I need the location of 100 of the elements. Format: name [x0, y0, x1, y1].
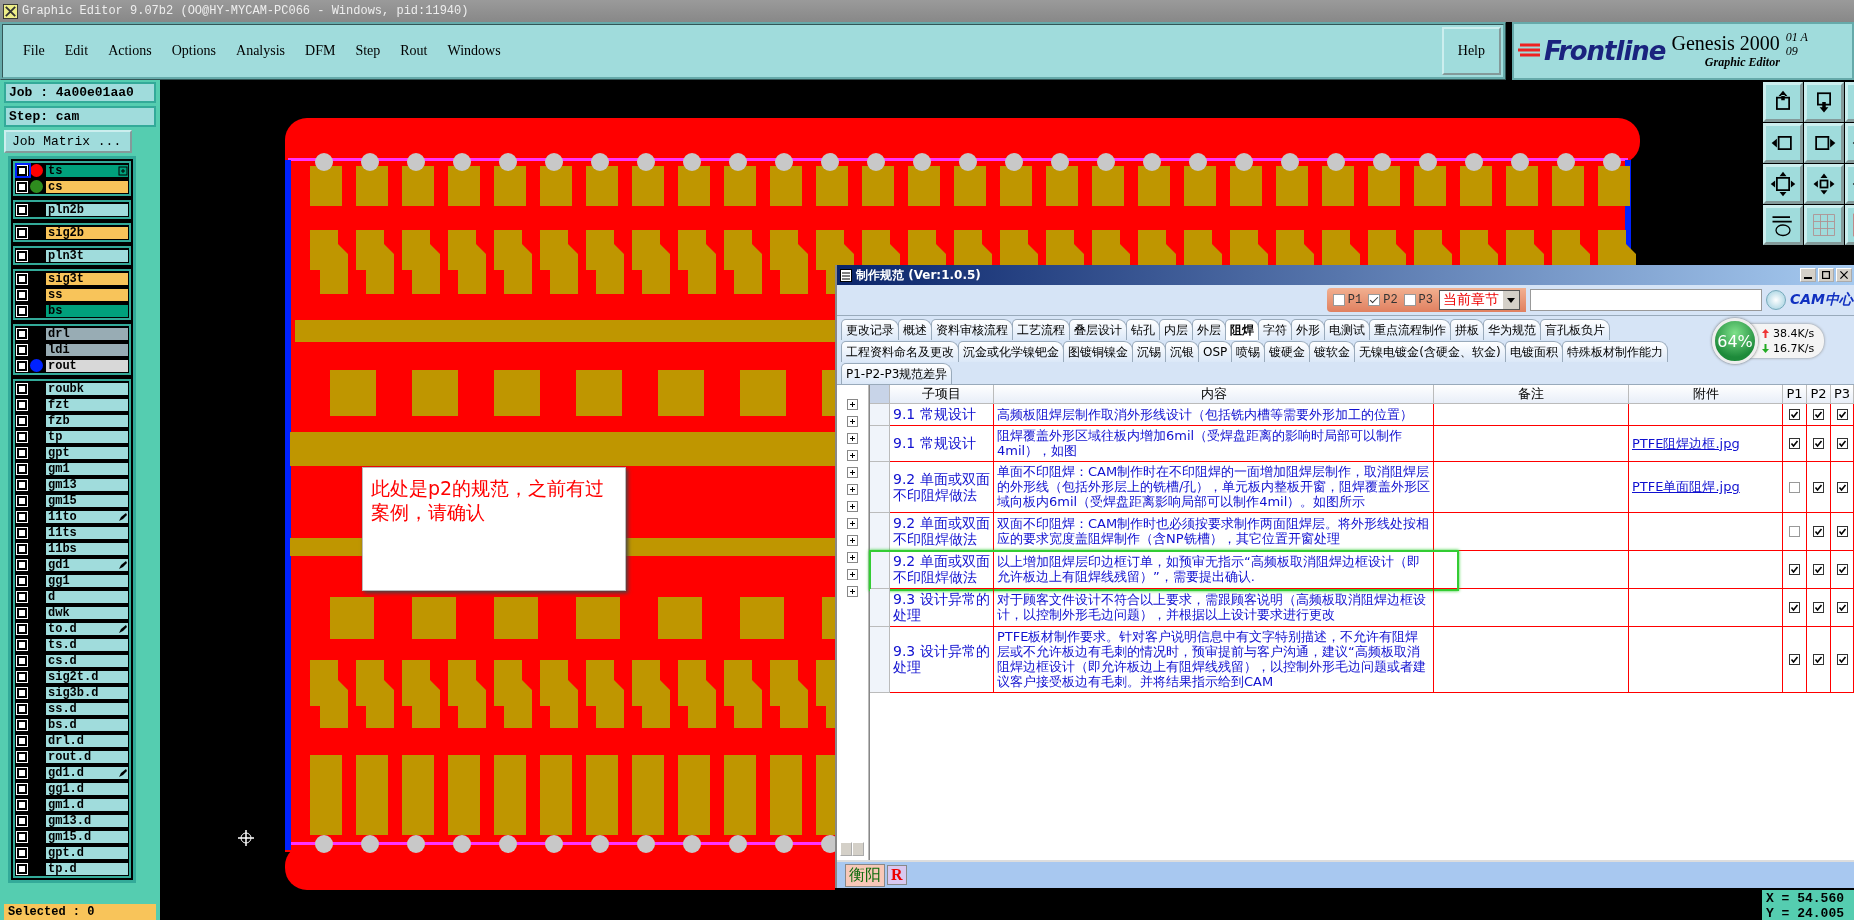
- layer-checkbox[interactable]: [17, 495, 27, 506]
- layer-checkbox[interactable]: [17, 639, 27, 650]
- tab[interactable]: 工程资料命名及更改: [841, 341, 959, 362]
- layer-checkbox[interactable]: [17, 831, 27, 842]
- filter-checkbox[interactable]: [1368, 294, 1381, 306]
- expand-icon[interactable]: [847, 467, 858, 478]
- view-tool-button[interactable]: [1763, 82, 1803, 122]
- layer-checkbox[interactable]: [17, 273, 27, 284]
- tab[interactable]: 钻孔: [1126, 319, 1160, 340]
- tab[interactable]: 内层: [1159, 319, 1193, 340]
- layer-checkbox[interactable]: [17, 815, 27, 826]
- scope-dropdown[interactable]: 当前章节: [1439, 290, 1520, 310]
- layer-checkbox[interactable]: [17, 687, 27, 698]
- layer-checkbox[interactable]: [17, 559, 27, 570]
- layer-name[interactable]: ldi: [45, 342, 129, 357]
- tab[interactable]: 镀软金: [1309, 341, 1356, 362]
- tab[interactable]: 喷锡: [1231, 341, 1266, 362]
- layer-name[interactable]: gpt: [45, 445, 129, 460]
- layer-name[interactable]: tp: [45, 429, 129, 444]
- attachment-link[interactable]: PTFE单面阻焊.jpg: [1632, 479, 1740, 494]
- layer-checkbox[interactable]: [17, 591, 27, 602]
- tab[interactable]: 拼板: [1450, 319, 1484, 340]
- layer-name[interactable]: gd1.d: [45, 765, 129, 780]
- expand-icon[interactable]: [847, 552, 858, 563]
- layer-checkbox[interactable]: [17, 250, 27, 261]
- expand-icon[interactable]: [847, 569, 858, 580]
- row-checkbox[interactable]: [1789, 602, 1800, 613]
- layer-name[interactable]: gpt.d: [45, 845, 129, 860]
- tab[interactable]: 沉金或化学镍钯金: [958, 341, 1064, 362]
- row-checkbox[interactable]: [1813, 564, 1824, 575]
- layer-name[interactable]: pln3t: [45, 248, 129, 263]
- layer-checkbox[interactable]: [17, 575, 27, 586]
- layer-name[interactable]: ts: [45, 163, 129, 178]
- layer-name[interactable]: gm13.d: [45, 813, 129, 828]
- tab[interactable]: 无镍电镀金(含硬金、软金): [1354, 341, 1506, 362]
- column-header[interactable]: 内容: [994, 385, 1434, 404]
- tab[interactable]: OSP: [1198, 341, 1233, 362]
- column-header[interactable]: P2: [1807, 385, 1831, 404]
- column-header[interactable]: P3: [1831, 385, 1854, 404]
- layer-checkbox[interactable]: [17, 360, 27, 371]
- column-header[interactable]: 子项目: [890, 385, 994, 404]
- expand-icon[interactable]: [847, 518, 858, 529]
- layer-checkbox[interactable]: [17, 415, 27, 426]
- row-checkbox[interactable]: [1813, 602, 1824, 613]
- menu-item[interactable]: Actions: [100, 41, 160, 61]
- layer-name[interactable]: fzt: [45, 397, 129, 412]
- layer-name[interactable]: bs.d: [45, 717, 129, 732]
- layer-checkbox[interactable]: [17, 431, 27, 442]
- view-tool-button[interactable]: [1804, 123, 1844, 163]
- filter-checkbox[interactable]: [1332, 294, 1345, 306]
- tab[interactable]: 概述: [898, 319, 932, 340]
- tab[interactable]: 镀硬金: [1264, 341, 1311, 362]
- layer-name[interactable]: 11ts: [45, 525, 129, 540]
- tab[interactable]: 资料审核流程: [931, 319, 1013, 340]
- layer-name[interactable]: sig2t.d: [45, 669, 129, 684]
- layer-name[interactable]: rout: [45, 358, 129, 373]
- layer-name[interactable]: gm1: [45, 461, 129, 476]
- tab[interactable]: 字符: [1258, 319, 1292, 340]
- menu-item[interactable]: Options: [163, 41, 225, 61]
- layer-checkbox[interactable]: [17, 383, 27, 394]
- layer-name[interactable]: tp.d: [45, 861, 129, 876]
- tab[interactable]: 华为规范: [1483, 319, 1541, 340]
- layer-name[interactable]: gm15: [45, 493, 129, 508]
- layer-checkbox[interactable]: [17, 447, 27, 458]
- view-tool-button[interactable]: [1763, 164, 1803, 204]
- bottom-tab[interactable]: 衡阳: [845, 863, 885, 887]
- tab[interactable]: 特殊板材制作能力: [1561, 341, 1668, 362]
- layer-name[interactable]: d: [45, 589, 129, 604]
- expand-icon[interactable]: [847, 586, 858, 597]
- layer-checkbox[interactable]: [17, 181, 27, 192]
- layer-name[interactable]: sig3b.d: [45, 685, 129, 700]
- expand-icon[interactable]: [847, 484, 858, 495]
- layer-checkbox[interactable]: [17, 527, 27, 538]
- layer-checkbox[interactable]: [17, 204, 27, 215]
- search-field[interactable]: [1530, 289, 1762, 311]
- layer-name[interactable]: ss.d: [45, 701, 129, 716]
- column-header[interactable]: P1: [1783, 385, 1807, 404]
- job-matrix-button[interactable]: Job Matrix ...: [4, 130, 132, 153]
- tab[interactable]: 叠层设计: [1069, 319, 1127, 340]
- tab[interactable]: 电测试: [1324, 319, 1370, 340]
- layer-checkbox[interactable]: [17, 607, 27, 618]
- menu-item[interactable]: DFM: [297, 41, 344, 61]
- row-checkbox[interactable]: [1789, 481, 1800, 493]
- minimize-button[interactable]: [1800, 268, 1816, 282]
- row-checkbox[interactable]: [1836, 481, 1848, 493]
- layer-checkbox[interactable]: [17, 847, 27, 858]
- layer-name[interactable]: drl: [45, 326, 129, 341]
- expand-icon[interactable]: [847, 433, 858, 444]
- layer-checkbox[interactable]: [17, 623, 27, 634]
- help-button[interactable]: Help: [1441, 27, 1501, 75]
- expand-icon[interactable]: [847, 501, 858, 512]
- view-tool-button[interactable]: [1763, 123, 1803, 163]
- layer-name[interactable]: cs: [45, 179, 129, 194]
- layer-name[interactable]: pln2b: [45, 202, 129, 217]
- tab[interactable]: 外形: [1291, 319, 1325, 340]
- layer-name[interactable]: fzb: [45, 413, 129, 428]
- tab[interactable]: 外层: [1192, 319, 1226, 340]
- layer-checkbox[interactable]: [17, 767, 27, 778]
- layer-checkbox[interactable]: [17, 344, 27, 355]
- layer-name[interactable]: gm15.d: [45, 829, 129, 844]
